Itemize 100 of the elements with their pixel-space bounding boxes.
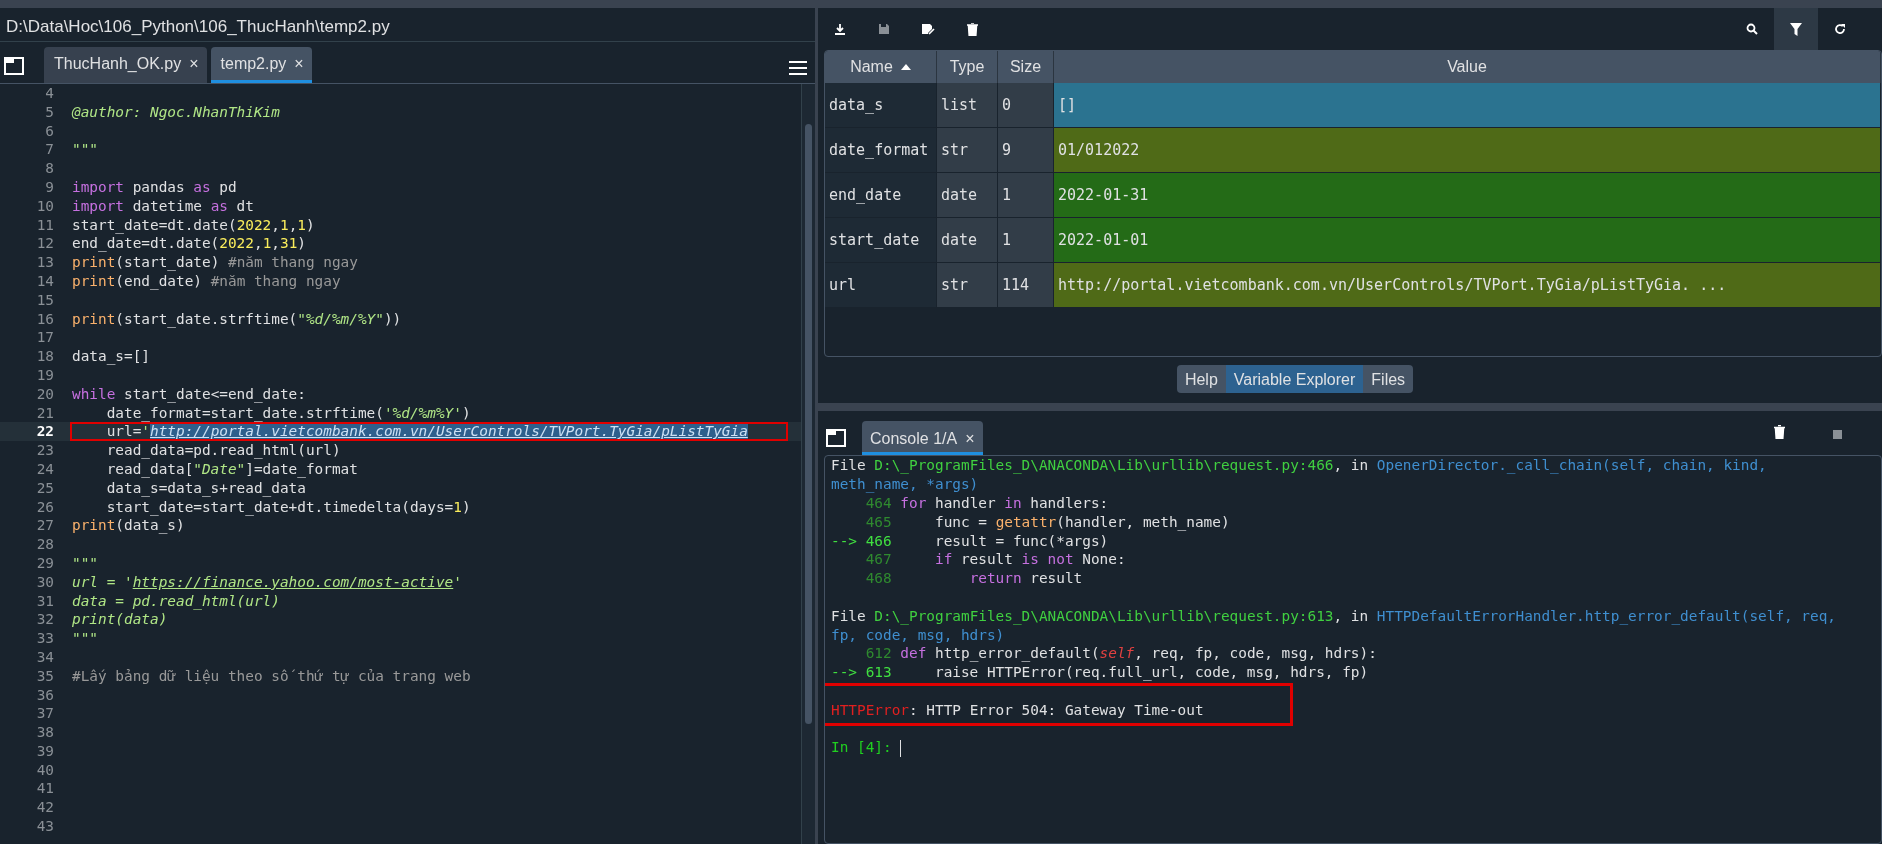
code-line: read_data=pd.read_html(url) bbox=[105, 441, 341, 460]
value-cell: 2022-01-01 bbox=[1054, 218, 1881, 262]
console-line: File D:\_ProgramFiles_D\ANACONDA\Lib\urllib\request.py:466, in OpenerDirector._call_chain(self, chain, kind, bbox=[831, 457, 1767, 474]
variable-type: str bbox=[941, 274, 969, 296]
pane-tab[interactable]: Variable Explorer bbox=[1225, 365, 1364, 393]
variable-type: date bbox=[941, 229, 978, 251]
code-line: data_s=data_s+read_data bbox=[105, 478, 306, 498]
code-line: """ bbox=[72, 629, 98, 648]
code-line: import pandas as pd bbox=[72, 178, 237, 197]
console-tab[interactable]: Console 1/A × bbox=[862, 421, 983, 456]
line-number: 13 bbox=[35, 253, 55, 272]
console-line: File D:\_ProgramFiles_D\ANACONDA\Lib\urllib\request.py:613, in HTTPDefaultErrorHandler.http_error_default(self, req, bbox=[831, 607, 1837, 624]
menu-icon[interactable] bbox=[789, 61, 807, 75]
variable-size: 0 bbox=[1002, 94, 1012, 116]
value-cell: 01/012022 bbox=[1054, 128, 1881, 172]
scrollbar[interactable] bbox=[801, 84, 815, 844]
line-number: 4 bbox=[44, 84, 55, 103]
variable-type: str bbox=[941, 139, 969, 161]
column-header[interactable]: Type bbox=[949, 55, 985, 79]
line-number: 17 bbox=[35, 328, 55, 348]
variable-name: date_format bbox=[829, 139, 929, 161]
console-line: fp, code, msg, hdrs) bbox=[831, 626, 1005, 643]
variable-name: start_date bbox=[829, 229, 920, 251]
trash-icon[interactable] bbox=[966, 22, 978, 36]
file-path: D:\Data\Hoc\106_Python\106_ThucHanh\temp2.py bbox=[6, 17, 390, 36]
line-number: 39 bbox=[35, 741, 55, 761]
search-icon[interactable] bbox=[1746, 23, 1758, 35]
code-line: start_date=start_date+dt.timedelta(days=1) bbox=[105, 497, 471, 517]
variable-name: end_date bbox=[829, 184, 902, 206]
console-line: 612 def http_error_default(self, req, fp, code, msg, hdrs): bbox=[864, 645, 1377, 662]
code-line: import datetime as dt bbox=[72, 196, 254, 216]
editor-tab[interactable]: temp2.py × bbox=[210, 47, 312, 83]
pane-tab[interactable]: Help bbox=[1176, 365, 1226, 393]
variable-size: 1 bbox=[1002, 229, 1012, 251]
console-line: --> 613 raise HTTPError(req.full_url, code, msg, hdrs, fp) bbox=[831, 664, 1369, 681]
sort-icon[interactable] bbox=[900, 64, 911, 70]
line-number: 24 bbox=[35, 459, 55, 479]
line-number: 23 bbox=[35, 441, 55, 460]
variable-type: date bbox=[941, 184, 978, 206]
variable-type: list bbox=[941, 94, 978, 116]
code-line: print(start_date) #năm thang ngay bbox=[72, 253, 358, 272]
line-number: 26 bbox=[35, 497, 55, 517]
line-number: 14 bbox=[35, 271, 55, 291]
line-number: 27 bbox=[35, 516, 55, 536]
stop-icon[interactable] bbox=[1833, 430, 1842, 440]
window-icon[interactable] bbox=[826, 429, 846, 448]
code-line: @author: Ngoc.NhanThiKim bbox=[72, 102, 280, 122]
filter-icon[interactable] bbox=[1790, 22, 1802, 36]
line-number: 21 bbox=[35, 403, 55, 423]
column-header[interactable]: Size bbox=[1009, 55, 1042, 79]
line-number: 30 bbox=[35, 572, 55, 592]
code-line: data_s=[] bbox=[72, 347, 150, 366]
line-number: 15 bbox=[35, 290, 55, 310]
line-number: 6 bbox=[44, 121, 55, 141]
trash-icon[interactable] bbox=[1774, 425, 1785, 440]
console-prompt: In [4]: bbox=[831, 739, 893, 756]
console-line: 467 if result is not None: bbox=[864, 551, 1126, 568]
line-number: 33 bbox=[35, 629, 55, 648]
line-number: 7 bbox=[44, 140, 55, 160]
refresh-icon[interactable] bbox=[1834, 23, 1846, 35]
save-as-icon[interactable] bbox=[921, 23, 935, 35]
line-number: 34 bbox=[35, 647, 55, 667]
pane-tab[interactable]: Files bbox=[1363, 365, 1414, 393]
code-line: #Lấy bảng dữ liệu theo số thứ tự của trang web bbox=[72, 666, 471, 686]
line-number: 22 bbox=[35, 422, 55, 442]
download-icon[interactable] bbox=[834, 23, 846, 35]
value-cell: http://portal.vietcombank.com.vn/UserControls/TVPort.TyGia/pListTyGia. ... bbox=[1054, 263, 1881, 307]
line-number: 18 bbox=[35, 347, 55, 366]
line-number: 25 bbox=[35, 478, 55, 498]
code-line: date_format=start_date.strftime('%d/%m%Y') bbox=[105, 403, 471, 423]
line-number: 41 bbox=[35, 779, 55, 799]
line-number: 35 bbox=[35, 666, 55, 686]
code-line: """ bbox=[72, 140, 98, 160]
code-line: while start_date<=end_date: bbox=[72, 384, 306, 404]
line-number: 19 bbox=[35, 365, 55, 385]
line-number: 5 bbox=[44, 102, 55, 122]
url-link[interactable]: https://finance.yahoo.com/most-active bbox=[132, 573, 454, 590]
code-line: url = 'https://finance.yahoo.com/most-active' bbox=[72, 572, 462, 592]
code-line: read_data["Date"]=date_format bbox=[105, 459, 358, 479]
code-line: """ bbox=[72, 553, 98, 573]
console-line: 464 for handler in handlers: bbox=[864, 495, 1109, 511]
save-icon[interactable] bbox=[878, 23, 890, 35]
line-number: 16 bbox=[35, 309, 55, 329]
code-line: print(data_s) bbox=[72, 516, 185, 536]
line-number: 40 bbox=[35, 760, 55, 780]
value-cell: 2022-01-31 bbox=[1054, 173, 1881, 217]
variable-size: 114 bbox=[1002, 274, 1030, 296]
console-line: --> 466 result = func(*args) bbox=[831, 532, 1109, 549]
window-icon[interactable] bbox=[4, 57, 24, 75]
column-header[interactable]: Name bbox=[850, 55, 893, 79]
variable-size: 9 bbox=[1002, 139, 1012, 161]
variable-size: 1 bbox=[1002, 184, 1012, 206]
code-line: data = pd.read_html(url) bbox=[72, 591, 280, 611]
line-number: 28 bbox=[35, 535, 55, 554]
variable-name: data_s bbox=[829, 94, 884, 116]
value-cell: [] bbox=[1054, 83, 1881, 127]
line-number: 20 bbox=[35, 384, 55, 404]
editor-tab[interactable]: ThucHanh_OK.py × bbox=[44, 47, 207, 83]
column-header[interactable]: Value bbox=[1447, 55, 1487, 79]
line-number: 36 bbox=[35, 685, 55, 705]
